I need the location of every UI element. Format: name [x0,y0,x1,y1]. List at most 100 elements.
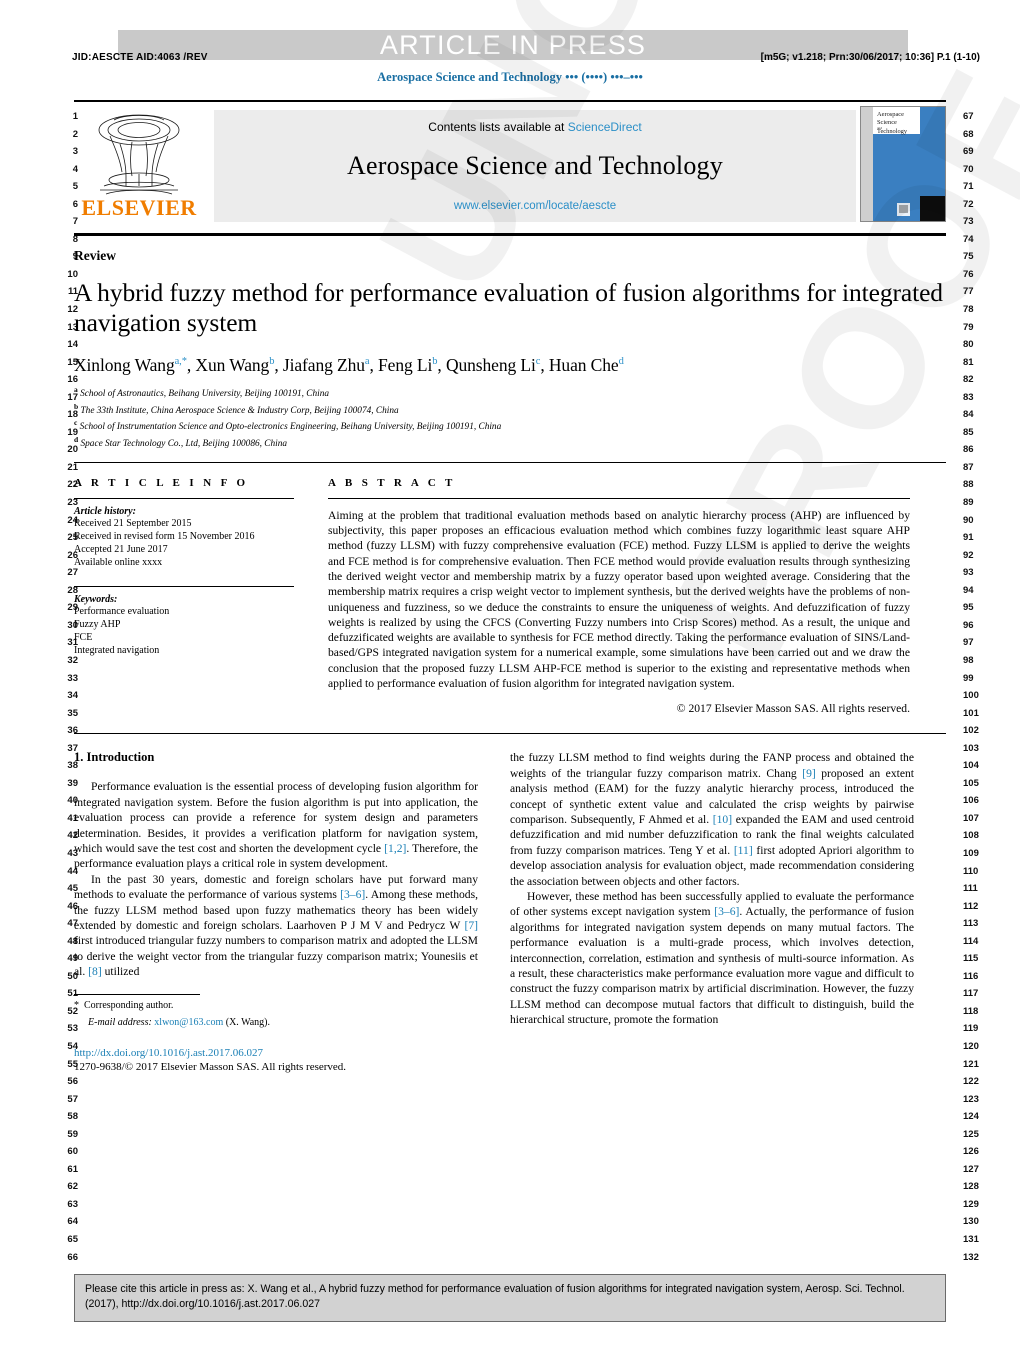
line-number: 13 [67,321,78,333]
history-revised: Received in revised form 15 November 201… [74,530,255,542]
line-number: 45 [67,883,78,895]
line-number: 47 [67,918,78,930]
line-number: 108 [963,830,979,842]
line-number: 7 [72,216,78,228]
line-number: 24 [67,514,78,526]
line-number: 98 [963,654,974,666]
line-number: 42 [67,830,78,842]
line-number: 85 [963,426,974,438]
line-number: 18 [67,409,78,421]
article-info-rule [74,497,294,499]
line-number: 48 [67,935,78,947]
corresponding-author-text: Corresponding author. [84,999,174,1011]
affiliation-list: a School of Astronautics, Beihang Univer… [74,384,946,451]
doi-block: http://dx.doi.org/10.1016/j.ast.2017.06.… [74,1046,374,1074]
keyword-3: Integrated navigation [74,645,160,657]
cite-this-article-box: Please cite this article in press as: X.… [74,1274,946,1322]
affil-mark-b: b [74,401,79,411]
line-number: 40 [67,795,78,807]
citation-ref[interactable]: [3–6] [714,905,739,918]
affil-mark-a: a [74,385,78,394]
line-number: 23 [67,497,78,509]
line-number: 39 [67,777,78,789]
citation-ref[interactable]: [10] [713,813,732,826]
line-number: 19 [67,426,78,438]
sciencedirect-link[interactable]: ScienceDirect [568,120,642,134]
line-number: 34 [67,690,78,702]
line-number: 5 [72,181,78,193]
svg-text:Technology: Technology [877,128,908,135]
author-list: Xinlong Wanga,*, Xun Wangb, Jiafang Zhua… [74,355,624,375]
line-number: 106 [963,795,979,807]
email-suffix: (X. Wang). [225,1017,271,1028]
line-number: 105 [963,777,979,789]
corresponding-author-note: * Corresponding author. [74,999,374,1012]
line-number: 117 [963,988,979,1000]
line-number: 25 [67,532,78,544]
line-number: 31 [67,637,78,649]
line-number: 71 [963,181,974,193]
line-number: 51 [67,988,78,1000]
line-number: 61 [67,1163,78,1175]
email-link[interactable]: xlwon@163.com [154,1017,223,1028]
journal-url-link[interactable]: www.elsevier.com/locate/aescte [214,200,856,212]
line-number: 78 [963,304,974,316]
line-number: 110 [963,865,979,877]
footnote-area: * Corresponding author. E-mail address: … [74,993,374,1075]
elsevier-tree-icon [98,114,180,195]
line-number: 14 [67,339,78,351]
cite-text: Please cite this article in press as: X.… [85,1283,905,1310]
citation-ref[interactable]: [1,2] [384,842,406,855]
line-number: 107 [963,812,979,824]
journal-masthead: ELSEVIER Contents lists available at Sci… [74,100,946,228]
line-number: 86 [963,444,974,456]
print-stamp-label: [m5G; v1.218; Prn:30/06/2017; 10:36] P.1… [760,52,980,63]
line-number: 93 [963,567,974,579]
citation-ref[interactable]: [11] [734,844,753,857]
line-number: 3 [72,146,78,158]
line-numbers-right: 67 68 69 70 71 72 73 74 75 76 77 78 79 80 81 82 83 84 85 86… [963,108,997,1266]
body-columns: 1. Introduction Performance evaluation i… [74,750,946,1180]
line-number: 97 [963,637,974,649]
line-number: 63 [67,1198,78,1210]
line-number: 102 [963,725,979,737]
citation-ref[interactable]: [7] [464,919,478,932]
title-bottom-rule [74,461,946,463]
doi-link[interactable]: http://dx.doi.org/10.1016/j.ast.2017.06.… [74,1046,374,1060]
line-number: 30 [67,619,78,631]
line-number: 55 [67,1058,78,1070]
line-number: 17 [67,391,78,403]
line-number: 67 [963,111,974,122]
line-number: 120 [963,1040,979,1052]
line-number: 2 [72,128,78,140]
body-column-right: the fuzzy LLSM method to find weights du… [494,750,914,1180]
affil-text-b: The 33th Institute, China Aerospace Scie… [80,405,399,416]
line-number: 56 [67,1076,78,1088]
citation-ref[interactable]: [8] [88,965,102,978]
asterisk-icon: * [74,999,79,1011]
line-number: 100 [963,690,979,702]
line-number: 37 [67,742,78,754]
citation-ref[interactable]: [9] [802,767,816,780]
line-number: 72 [963,198,974,210]
affil-text-d: Space Star Technology Co., Ltd, Beijing … [80,439,288,450]
line-number: 22 [67,479,78,491]
body-column-left: 1. Introduction Performance evaluation i… [74,750,494,1180]
article-info-heading: A R T I C L E I N F O [74,476,249,489]
line-number: 91 [963,532,974,544]
journal-title: Aerospace Science and Technology [347,151,723,180]
line-number: 54 [67,1040,78,1052]
journal-cover-thumbnail: Aerospace Science and Technology [860,106,946,222]
line-number: 123 [963,1093,979,1105]
citation-ref[interactable]: [3–6] [340,888,365,901]
line-number: 43 [67,847,78,859]
line-number: 82 [963,374,974,386]
line-number: 64 [67,1216,78,1228]
line-number: 41 [67,812,78,824]
line-numbers-left: 1 2 3 4 5 6 7 8 9 10 11 12 13 14 15 16 17 18 19 20 21 22 23 24 2… [44,108,78,1266]
line-number: 36 [67,725,78,737]
abstract-text: Aiming at the problem that traditional e… [328,508,910,691]
abstract-rule [328,497,910,499]
line-number: 125 [963,1128,979,1140]
affil-mark-c: c [74,418,78,428]
